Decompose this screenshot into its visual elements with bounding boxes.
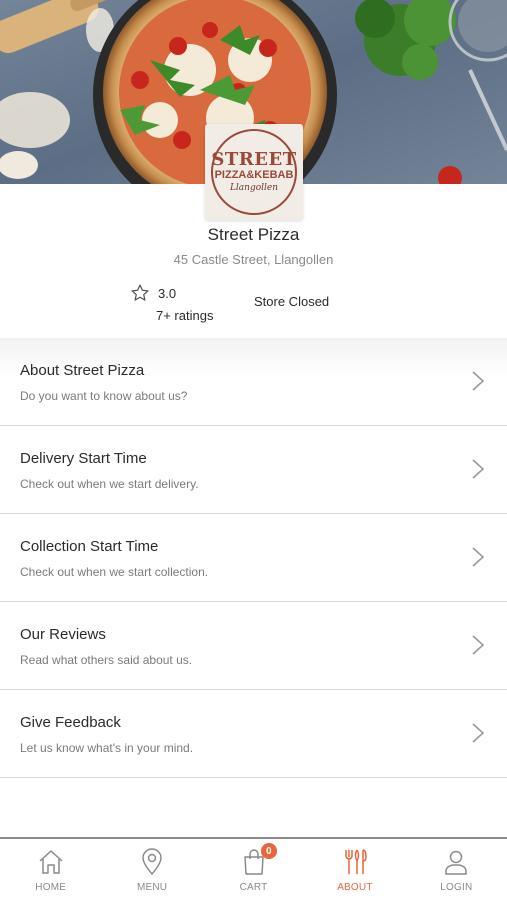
- nav-label: ABOUT: [337, 882, 373, 893]
- store-rating: 3.0: [130, 283, 176, 303]
- nav-menu[interactable]: MENU: [101, 839, 202, 900]
- cart-count-badge: 0: [260, 843, 277, 859]
- list-item-about[interactable]: About Street Pizza Do you want to know a…: [0, 338, 507, 426]
- list-item-title: Our Reviews: [20, 626, 106, 643]
- cutlery-icon: [345, 849, 367, 874]
- logo-text-street: STREET: [211, 148, 297, 170]
- chevron-right-icon: [472, 723, 485, 743]
- chevron-right-icon: [472, 459, 485, 479]
- rating-count: 7+ ratings: [156, 308, 214, 323]
- store-logo-badge: STREET PIZZA&KEBAB Llangollen: [211, 129, 297, 215]
- about-menu-list: About Street Pizza Do you want to know a…: [0, 338, 507, 778]
- nav-home[interactable]: HOME: [0, 839, 101, 900]
- store-address: 45 Castle Street, Llangollen: [173, 252, 334, 267]
- list-item-title: About Street Pizza: [20, 362, 145, 379]
- rating-value: 3.0: [158, 285, 177, 301]
- list-item-collection-time[interactable]: Collection Start Time Check out when we …: [0, 514, 507, 602]
- list-item-title: Collection Start Time: [20, 538, 159, 555]
- list-item-title: Delivery Start Time: [20, 450, 147, 467]
- list-item-subtitle: Check out when we start delivery.: [20, 477, 199, 491]
- nav-label: CART: [239, 882, 268, 893]
- nav-label: LOGIN: [440, 882, 473, 893]
- user-icon: [445, 850, 468, 875]
- list-item-feedback[interactable]: Give Feedback Let us know what's in your…: [0, 690, 507, 778]
- bottom-nav: HOME MENU 0 CART ABOUT LOGIN: [0, 837, 507, 900]
- store-logo: STREET PIZZA&KEBAB Llangollen: [205, 124, 303, 220]
- location-pin-icon: [142, 848, 162, 876]
- store-name: Street Pizza: [207, 225, 300, 244]
- chevron-right-icon: [472, 371, 485, 391]
- list-item-reviews[interactable]: Our Reviews Read what others said about …: [0, 602, 507, 690]
- list-item-subtitle: Read what others said about us.: [20, 653, 193, 667]
- nav-login[interactable]: LOGIN: [406, 839, 507, 900]
- star-icon: [131, 284, 149, 301]
- nav-about[interactable]: ABOUT: [304, 839, 405, 900]
- list-item-title: Give Feedback: [20, 714, 121, 731]
- list-item-subtitle: Let us know what's in your mind.: [20, 741, 194, 755]
- chevron-right-icon: [472, 635, 485, 655]
- nav-cart[interactable]: 0 CART: [203, 839, 304, 900]
- chevron-right-icon: [472, 547, 485, 567]
- list-item-subtitle: Do you want to know about us?: [20, 389, 188, 403]
- nav-label: MENU: [136, 882, 168, 893]
- logo-text-pizza-kebab: PIZZA&KEBAB: [214, 168, 294, 182]
- nav-label: HOME: [35, 882, 67, 893]
- logo-text-location: Llangollen: [229, 182, 279, 193]
- store-status: Store Closed: [254, 294, 330, 309]
- list-item-subtitle: Check out when we start collection.: [20, 565, 209, 579]
- home-icon: [39, 850, 63, 874]
- list-item-delivery-time[interactable]: Delivery Start Time Check out when we st…: [0, 426, 507, 514]
